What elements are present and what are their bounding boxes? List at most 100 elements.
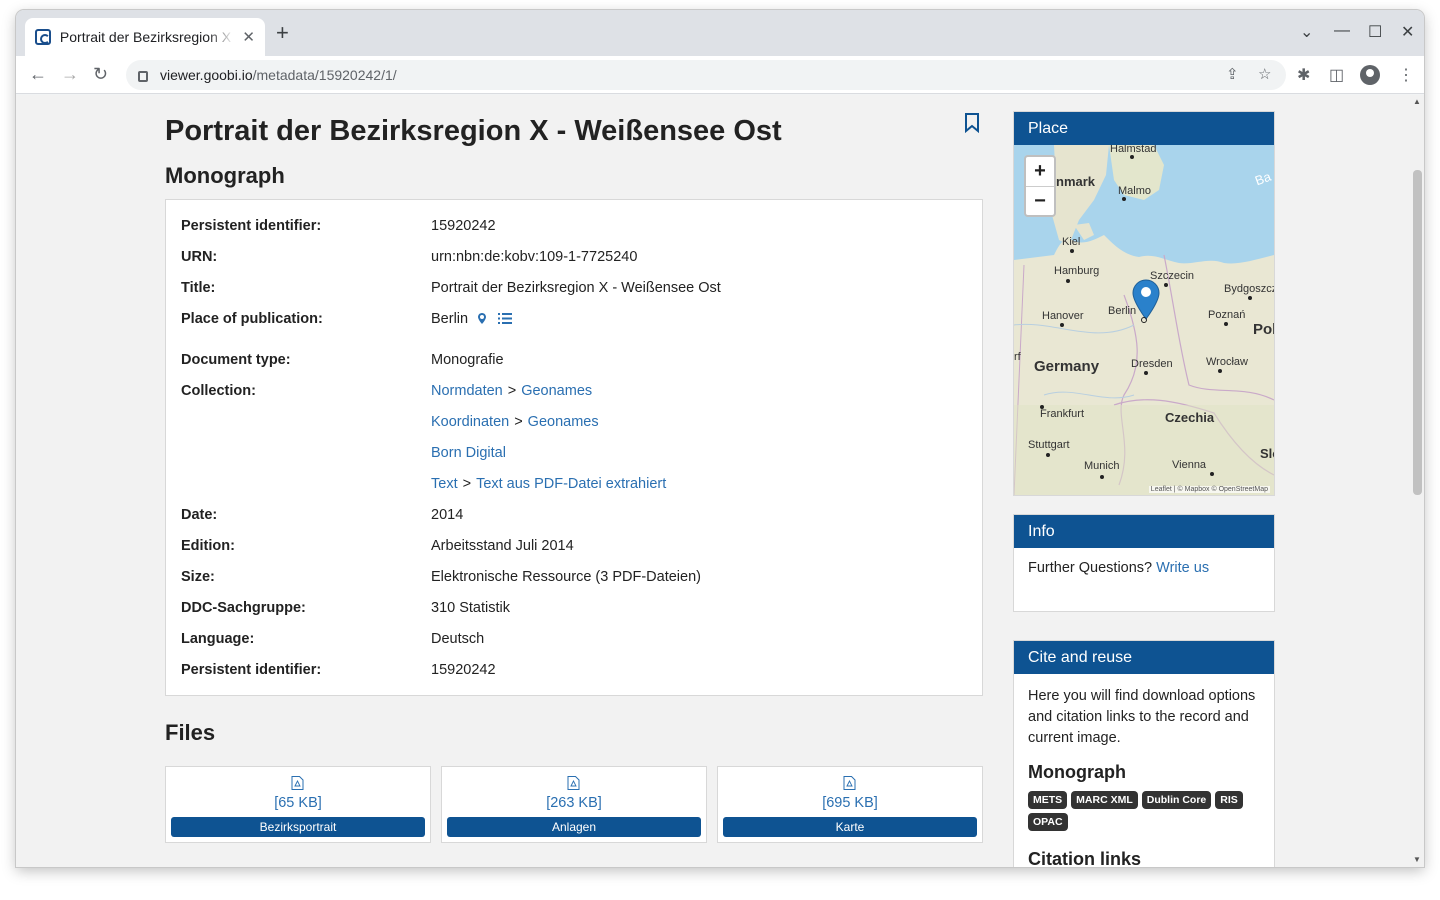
minimize-icon[interactable]: — [1334,22,1350,40]
forward-icon[interactable]: → [61,63,79,85]
meta-label: Persistent identifier: [181,218,322,234]
tab-title: Portrait der Bezirksregion X - Weißensee… [59,29,235,45]
map-label-malmo: Malmo [1118,185,1152,197]
separator: > [507,383,517,399]
file-download-button[interactable]: Karte [723,817,977,837]
meta-row-collection-4: Text > Text aus PDF-Datei extrahiert [181,476,961,492]
map-label-rf: rf [1014,351,1021,363]
page-scrollbar[interactable]: ▲ ▼ [1410,95,1424,867]
maximize-icon[interactable]: ☐ [1368,22,1382,42]
ris-badge[interactable]: RIS [1215,791,1243,809]
file-size-link[interactable]: [695 KB] [718,795,982,811]
meta-value: Deutsch [431,631,485,647]
collection-link-koordinaten[interactable]: Koordinaten [431,414,509,430]
browser-tab[interactable]: Portrait der Bezirksregion X - Weißensee… [25,18,265,56]
mets-badge[interactable]: METS [1028,791,1068,809]
scroll-down-icon[interactable]: ▼ [1413,855,1421,864]
tab-search-icon[interactable]: ⌄ [1300,22,1313,42]
meta-row-date: Date: 2014 [181,507,961,523]
map-label-denmark: nmark [1056,174,1096,189]
map-label-frankfurt: Frankfurt [1040,408,1085,420]
place-heading: Place [1014,112,1274,145]
scroll-up-icon[interactable]: ▲ [1413,97,1421,106]
city-dot [1046,453,1050,457]
bookmark-icon[interactable] [964,113,980,133]
map-label-munich: Munich [1084,460,1120,472]
cite-heading: Cite and reuse [1014,641,1274,674]
map-pin-icon[interactable] [478,313,487,324]
browser-window: Portrait der Bezirksregion X - Weißensee… [16,10,1424,867]
pdf-file-icon [843,776,856,790]
url-path: /metadata/15920242/1/ [252,67,397,83]
menu-dots-icon[interactable]: ⋮ [1398,65,1414,85]
files-list: [65 KB] Bezirksportrait [263 KB] Anlagen… [165,766,983,843]
collection-link-geonames[interactable]: Geonames [521,383,592,399]
meta-row-collection-3: Born Digital [181,445,961,461]
meta-row-ddc: DDC-Sachgruppe: 310 Statistik [181,600,961,616]
meta-row-urn: URN: urn:nbn:de:kobv:109-1-7725240 [181,249,961,265]
write-us-link[interactable]: Write us [1156,560,1209,576]
meta-value: urn:nbn:de:kobv:109-1-7725240 [431,249,638,265]
close-window-icon[interactable]: ✕ [1401,22,1414,42]
metadata-panel: Persistent identifier: 15920242 URN: urn… [165,199,983,696]
location-marker-icon[interactable] [1132,279,1160,323]
lock-icon [138,70,148,82]
zoom-in-button[interactable]: + [1026,157,1054,186]
list-icon[interactable] [498,313,513,324]
file-card[interactable]: [695 KB] Karte [717,766,983,843]
map-label-kiel: Kiel [1062,236,1081,248]
place-map[interactable]: Halmstad nmark Malmo Ba Kiel Hamburg Szc… [1014,145,1274,495]
page-title: Portrait der Bezirksregion X - Weißensee… [165,115,782,147]
file-download-button[interactable]: Bezirksportrait [171,817,425,837]
collection-link-geonames[interactable]: Geonames [528,414,599,430]
file-size-link[interactable]: [65 KB] [166,795,430,811]
info-widget: Info Further Questions? Write us [1013,514,1275,612]
back-icon[interactable]: ← [29,63,47,85]
map-label-dresden: Dresden [1131,358,1173,370]
side-panel-icon[interactable]: ◫ [1329,65,1344,85]
map-zoom-control: + − [1024,155,1056,217]
file-download-button[interactable]: Anlagen [447,817,701,837]
collection-link-born-digital[interactable]: Born Digital [431,445,506,461]
export-badges: METS MARC XML Dublin Core RIS OPAC [1028,791,1258,831]
file-card[interactable]: [263 KB] Anlagen [441,766,707,843]
map-label-hanover: Hanover [1042,310,1084,322]
share-icon[interactable]: ⇪ [1226,65,1239,83]
meta-label: Size: [181,569,215,585]
close-tab-icon[interactable]: ✕ [242,28,255,46]
map-label-wroclaw: Wrocław [1206,356,1248,368]
zoom-out-button[interactable]: − [1026,186,1054,215]
info-text: Further Questions? [1028,560,1153,576]
meta-label: Language: [181,631,255,647]
meta-label: URN: [181,249,218,265]
map-label-poland: Pol [1253,321,1274,338]
dublin-core-badge[interactable]: Dublin Core [1141,791,1212,809]
address-bar[interactable]: viewer.goobi.io/metadata/15920242/1/ ⇪ ☆ [126,60,1286,90]
meta-row-doctype: Document type: Monografie [181,352,961,368]
tab-bar: Portrait der Bezirksregion X - Weißensee… [16,10,1424,56]
opac-badge[interactable]: OPAC [1028,813,1068,831]
place-value: Berlin [431,311,469,327]
star-icon[interactable]: ☆ [1258,65,1271,83]
meta-row-language: Language: Deutsch [181,631,961,647]
file-size-link[interactable]: [263 KB] [442,795,706,811]
scroll-thumb[interactable] [1413,170,1422,495]
city-dot [1248,296,1252,300]
map-label-germany: Germany [1034,358,1100,375]
map-attribution[interactable]: Leaflet | © Mapbox © OpenStreetMap [1148,486,1270,493]
profile-icon[interactable] [1360,65,1380,85]
collection-link-normdaten[interactable]: Normdaten [431,383,503,399]
meta-label: Collection: [181,383,256,399]
map-label-czechia: Czechia [1165,410,1215,425]
meta-row-persistent-id: Persistent identifier: 15920242 [181,218,961,234]
collection-link-text[interactable]: Text [431,476,458,492]
meta-value: Arbeitsstand Juli 2014 [431,538,574,554]
meta-row-persistent-id-2: Persistent identifier: 15920242 [181,662,961,678]
reload-icon[interactable]: ↻ [93,63,108,85]
marc-xml-badge[interactable]: MARC XML [1071,791,1138,809]
extensions-icon[interactable]: ✱ [1297,65,1310,85]
new-tab-button[interactable]: + [276,22,289,44]
file-card[interactable]: [65 KB] Bezirksportrait [165,766,431,843]
meta-label: Persistent identifier: [181,662,322,678]
collection-link-pdf-text[interactable]: Text aus PDF-Datei extrahiert [476,476,666,492]
